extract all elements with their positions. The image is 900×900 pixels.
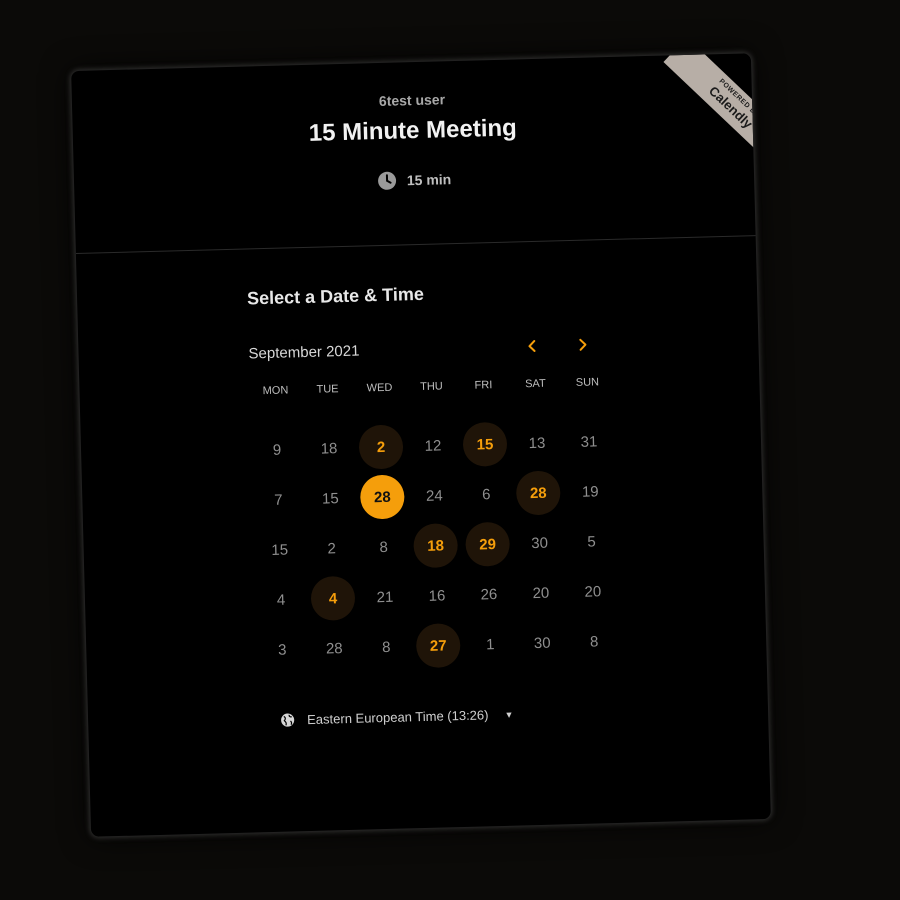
calendar-cell: 3 [256, 624, 309, 675]
day-label: 30 [533, 634, 551, 652]
day-label: 8 [379, 538, 389, 556]
calendar-cell: 19 [564, 466, 617, 517]
calendar-cell: 20 [566, 566, 619, 617]
calendar-cell: 5 [565, 516, 618, 567]
day-label: 18 [320, 439, 338, 458]
weekday-header-row: MON TUE WED THU FRI SAT SUN [249, 372, 609, 401]
calendar-cell: 7 [252, 474, 305, 525]
calendar-cell: 30 [513, 517, 566, 568]
booking-card: 6test user 15 Minute Meeting 15 min POWE… [71, 53, 771, 837]
day-label: 4 [276, 591, 286, 609]
calendar-cell: 21 [358, 571, 411, 622]
timezone-selector[interactable]: Eastern European Time (13:26) ▼ [258, 704, 618, 728]
available-day-button[interactable]: 28 [515, 470, 561, 516]
available-day-button[interactable]: 18 [413, 523, 459, 569]
section-title: Select a Date & Time [246, 283, 425, 309]
calendar-cell: 6 [460, 469, 513, 520]
calendar-cell: 2 [354, 421, 407, 472]
available-day-button[interactable]: 4 [310, 575, 356, 621]
selected-day-button[interactable]: 28 [359, 474, 405, 520]
calendar-cell: 9 [250, 424, 303, 475]
day-label: 26 [480, 585, 498, 603]
day-label: 7 [273, 491, 283, 509]
weekday-label: MON [262, 384, 289, 398]
day-label: 16 [428, 586, 446, 605]
chevron-left-icon [528, 339, 536, 352]
calendar-cell: 28 [356, 471, 409, 522]
day-label: 24 [425, 486, 443, 505]
calendar-cell: 18 [409, 520, 462, 571]
day-label: 31 [580, 432, 598, 451]
calendar-cell: 29 [461, 519, 514, 570]
day-label: 20 [532, 584, 550, 602]
day-label: 2 [327, 539, 337, 557]
day-label: 21 [376, 588, 394, 606]
available-day-button[interactable]: 2 [358, 424, 404, 470]
available-day-button[interactable]: 29 [465, 521, 511, 567]
calendar-cell: 8 [357, 521, 410, 572]
calendar-cell: 15 [458, 419, 511, 470]
weekday-label: WED [366, 381, 393, 395]
day-label: 3 [277, 641, 287, 659]
calendar-cell: 18 [302, 423, 355, 474]
timezone-label: Eastern European Time (13:26) [306, 707, 489, 728]
calendar-cell: 4 [254, 574, 307, 625]
calendar-cell: 8 [568, 616, 621, 667]
day-label: 12 [424, 436, 442, 455]
event-duration: 15 min [74, 161, 754, 199]
calendar-cell: 15 [253, 524, 306, 575]
page-backdrop: 6test user 15 Minute Meeting 15 min POWE… [0, 0, 900, 900]
clock-icon [377, 171, 398, 192]
calendar-cell: 12 [406, 420, 459, 471]
prev-month-button[interactable] [520, 334, 545, 359]
next-month-button[interactable] [570, 332, 595, 357]
duration-label: 15 min [406, 171, 452, 189]
calendar-cell: 20 [514, 567, 567, 618]
day-label: 9 [272, 441, 282, 459]
day-label: 15 [271, 541, 289, 559]
calendar-cell: 8 [360, 621, 413, 672]
weekday-label: TUE [316, 383, 339, 396]
calendar-cell: 1 [464, 619, 517, 670]
day-label: 15 [321, 489, 339, 508]
calendar-cell: 24 [408, 470, 461, 521]
calendar-cell: 27 [412, 620, 465, 671]
powered-by-ribbon[interactable]: POWERED BY Calendly [663, 53, 754, 161]
chevron-right-icon [579, 338, 587, 351]
date-picker-panel: Select a Date & Time September 2021 MON T… [247, 279, 618, 728]
day-label: 30 [531, 534, 549, 552]
calendar-cell: 2 [305, 523, 358, 574]
calendar-cell: 28 [512, 467, 565, 518]
available-day-button[interactable]: 27 [415, 623, 461, 669]
day-label: 8 [381, 638, 391, 656]
day-label: 5 [587, 532, 596, 551]
calendar-cell: 26 [462, 569, 515, 620]
calendar-cell: 30 [516, 617, 569, 668]
globe-icon [280, 712, 295, 727]
calendar-cell: 13 [510, 417, 563, 468]
calendar-cell: 15 [304, 473, 357, 524]
day-label: 8 [589, 632, 599, 651]
weekday-label: SUN [575, 376, 600, 389]
calendar-cell: 4 [306, 573, 359, 624]
weekday-label: FRI [474, 379, 493, 392]
day-label: 19 [581, 482, 599, 501]
calendar-cell: 31 [562, 416, 615, 467]
caret-down-icon: ▼ [504, 709, 514, 720]
day-label: 28 [325, 639, 343, 658]
month-navigation: September 2021 [248, 332, 609, 365]
day-label: 1 [485, 635, 495, 653]
powered-by-badge[interactable]: POWERED BY Calendly [646, 53, 754, 161]
available-day-button[interactable]: 15 [462, 421, 508, 467]
weekday-label: THU [420, 380, 443, 393]
month-label: September 2021 [248, 342, 360, 362]
day-label: 13 [528, 434, 546, 452]
calendar-cell: 28 [308, 623, 361, 674]
weekday-label: SAT [524, 377, 546, 391]
day-label: 6 [481, 485, 491, 503]
calendar-cell: 16 [410, 570, 463, 621]
day-label: 20 [584, 582, 602, 601]
calendar-grid: 9 18 2 12 15 13 31 7 15 28 24 6 28 19 15 2 8 18 29 30 5 4 4 21 1… [250, 416, 616, 675]
